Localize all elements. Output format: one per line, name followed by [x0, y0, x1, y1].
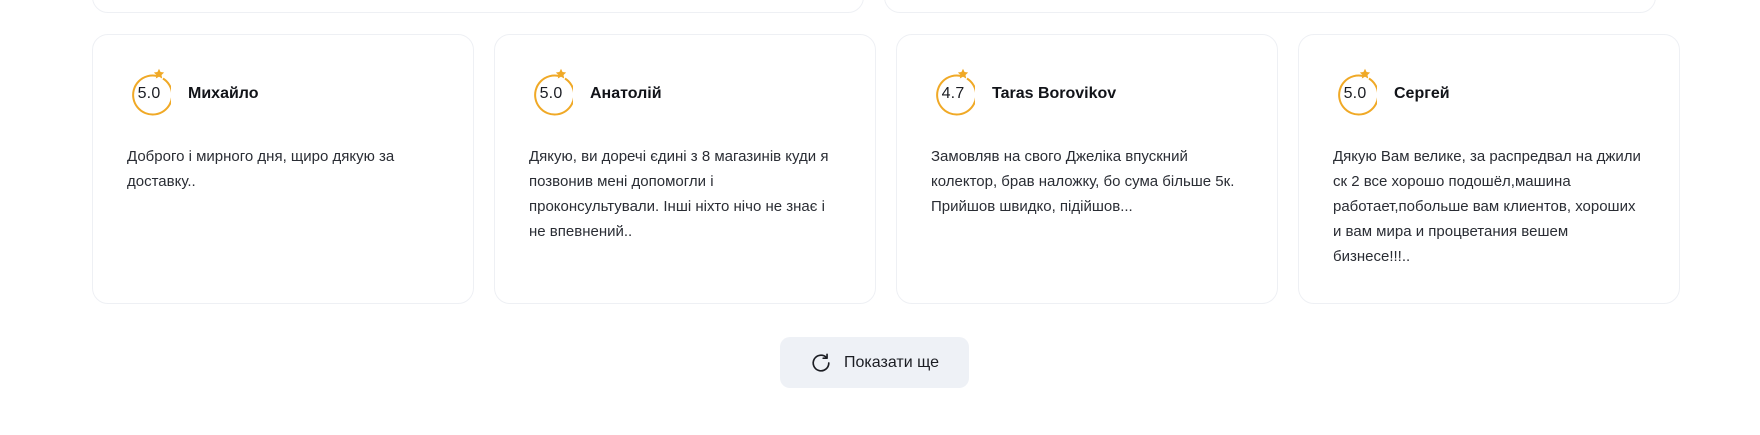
review-header: 5.0 Анатолій [529, 68, 841, 117]
review-card-partial [884, 0, 1656, 13]
rating-value: 5.0 [1343, 85, 1367, 102]
show-more-label: Показати ще [844, 353, 939, 371]
rating-value: 5.0 [137, 85, 161, 102]
rating-badge: 5.0 [529, 68, 573, 116]
review-text: Замовляв на свого Джеліка впускний колек… [931, 148, 1235, 215]
review-text: Дякую, ви доречі єдині з 8 магазинів куд… [529, 148, 829, 240]
reviews-grid: 5.0 Михайло Доброго і мирного дня, щиро … [92, 34, 1680, 304]
rating-badge: 4.7 [931, 68, 975, 116]
review-header: 5.0 Михайло [127, 68, 439, 117]
rating-value: 4.7 [941, 85, 965, 102]
review-text: Дякую Вам велике, за распредвал на джили… [1333, 148, 1641, 265]
review-card-partial [92, 0, 864, 13]
review-header: 4.7 Taras Borovikov [931, 68, 1243, 117]
review-header: 5.0 Сергей [1333, 68, 1645, 117]
rating-value: 5.0 [539, 85, 563, 102]
review-text: Доброго і мирного дня, щиро дякую за дос… [127, 148, 395, 190]
rating-badge: 5.0 [1333, 68, 1377, 116]
rating-badge: 5.0 [127, 68, 171, 116]
review-author: Михайло [188, 85, 259, 102]
review-author: Taras Borovikov [992, 85, 1117, 102]
reviews-section: 5.0 Михайло Доброго і мирного дня, щиро … [0, 0, 1760, 435]
review-card: 5.0 Анатолій Дякую, ви доречі єдині з 8 … [494, 34, 876, 304]
review-card: 4.7 Taras Borovikov Замовляв на свого Дж… [896, 34, 1278, 304]
review-card: 5.0 Михайло Доброго і мирного дня, щиро … [92, 34, 474, 304]
refresh-icon [812, 353, 830, 372]
review-author: Сергей [1394, 85, 1450, 102]
show-more-button[interactable]: Показати ще [780, 337, 969, 388]
review-card: 5.0 Сергей Дякую Вам велике, за распредв… [1298, 34, 1680, 304]
review-author: Анатолій [590, 85, 662, 102]
